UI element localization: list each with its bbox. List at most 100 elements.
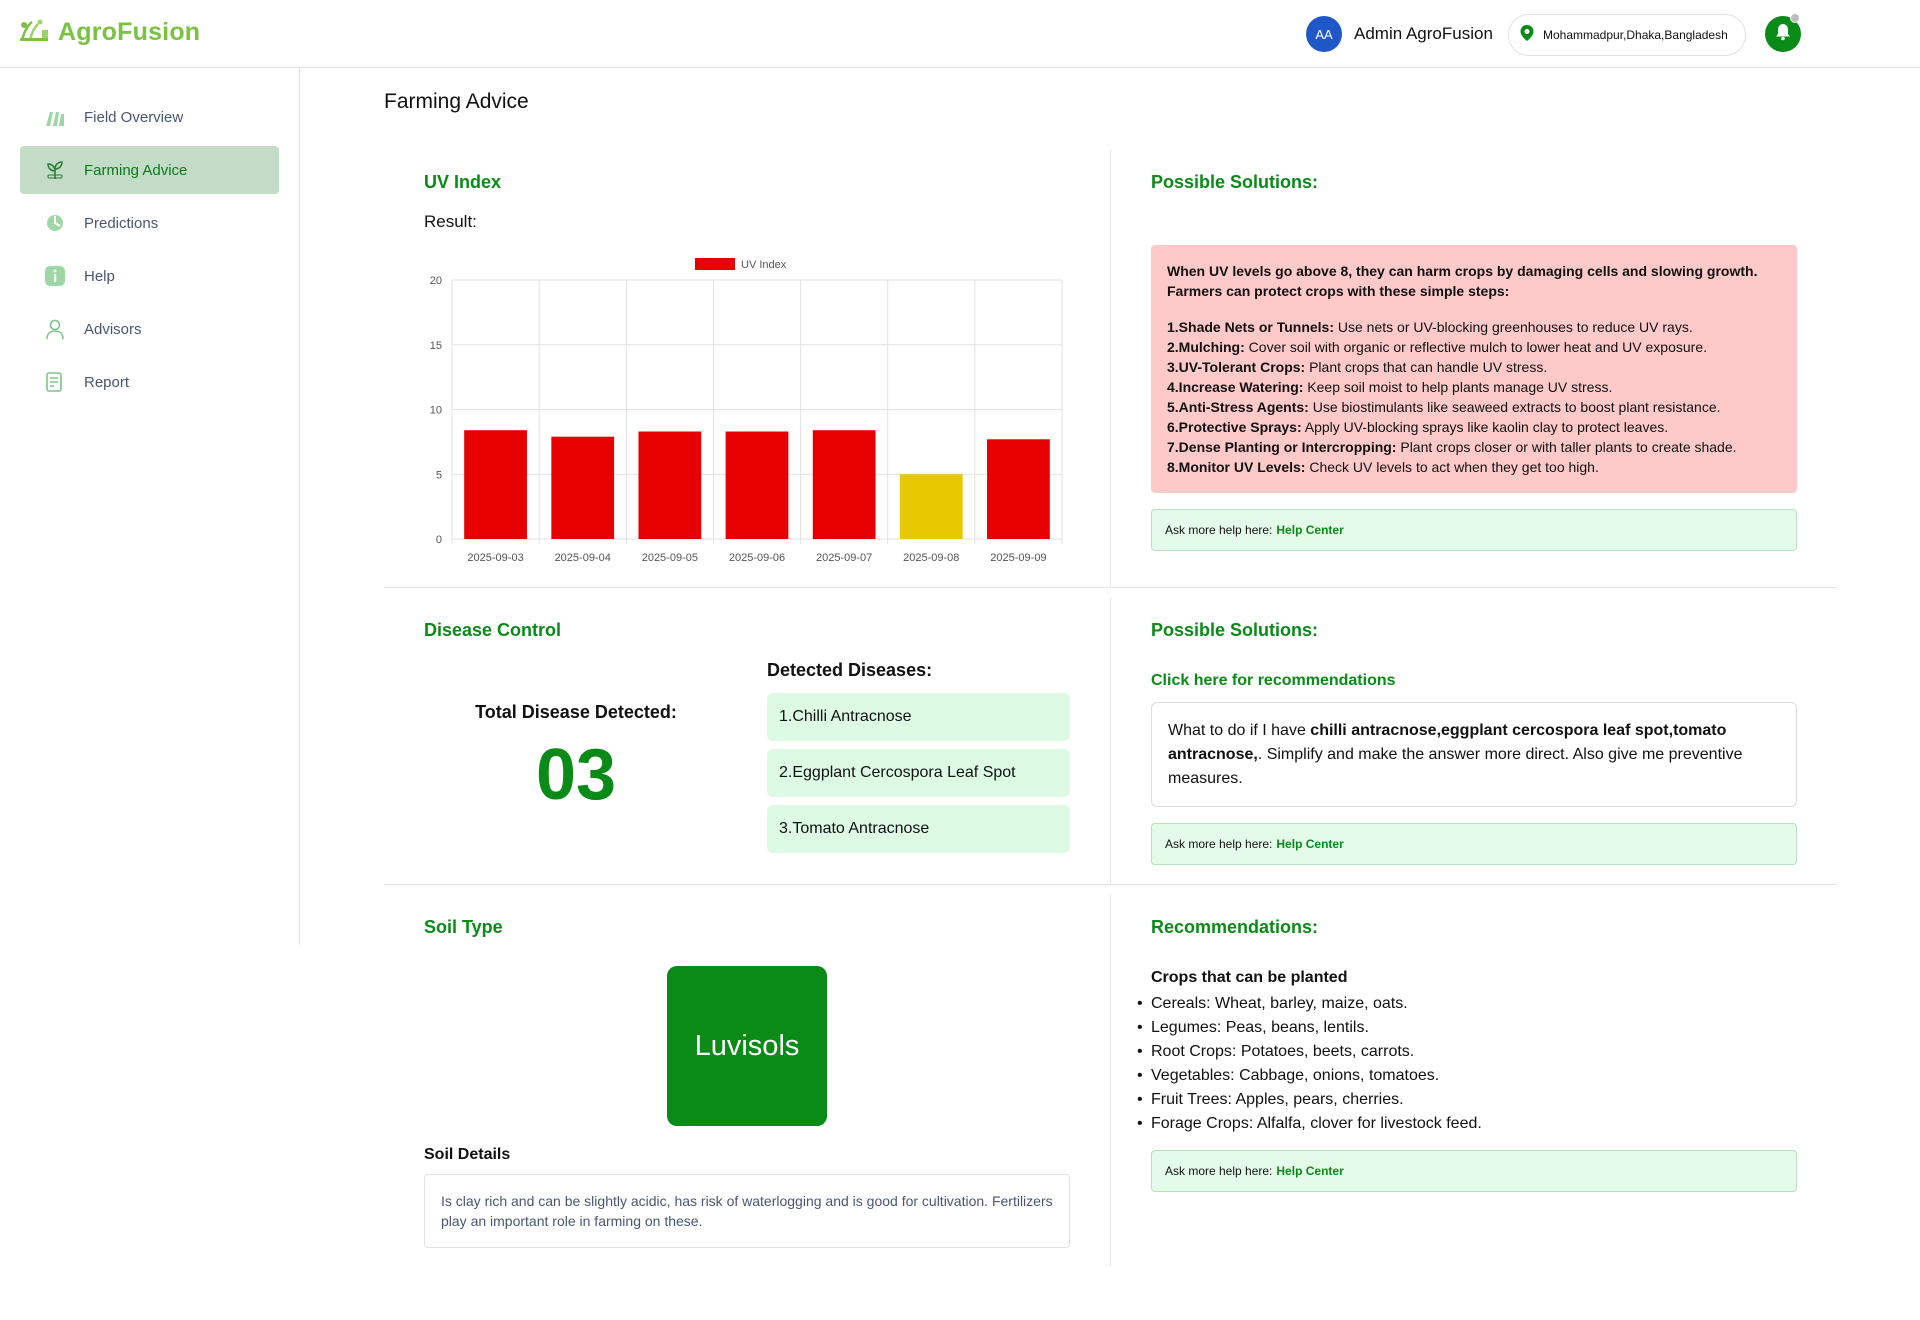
uv-solution-item: 4.Increase Watering: Keep soil moist to … xyxy=(1167,379,1613,395)
uv-bar[interactable] xyxy=(638,431,702,539)
logo-text: AgroFusion xyxy=(58,18,201,46)
list-item: Root Crops: Potatoes, beets, carrots. xyxy=(1137,1040,1482,1064)
legend-swatch[interactable] xyxy=(695,258,735,270)
legend-label: UV Index xyxy=(741,259,787,271)
uv-bar[interactable] xyxy=(464,430,527,539)
page-title: Farming Advice xyxy=(384,90,529,113)
notification-dot xyxy=(1790,13,1800,23)
uv-solution-item: 3.UV-Tolerant Crops: Plant crops that ca… xyxy=(1167,359,1548,375)
uv-chart: UV Index 0 5 10 15 20 2025-09-03 2025-09-04 2025… xyxy=(410,250,1070,570)
help-prefix: Ask more help here: xyxy=(1165,1164,1273,1178)
help-center-link[interactable]: Help Center xyxy=(1276,837,1343,851)
uv-solution-item: 2.Mulching: Cover soil with organic or r… xyxy=(1167,339,1707,355)
help-prefix: Ask more help here: xyxy=(1165,837,1273,851)
predictions-icon xyxy=(44,212,66,234)
sidebar-item-field-overview[interactable]: Field Overview xyxy=(20,93,279,141)
user-menu[interactable]: AA Admin AgroFusion xyxy=(1306,16,1493,52)
y-tick-label: 10 xyxy=(430,405,442,417)
logo-icon xyxy=(18,16,52,49)
query-prefix: What to do if I have xyxy=(1168,722,1311,739)
bell-icon xyxy=(1775,23,1791,46)
disease-item: 1.Chilli Antracnose xyxy=(767,693,1070,741)
x-tick-label: 2025-09-09 xyxy=(990,552,1046,564)
soil-details-text: Is clay rich and can be slightly acidic,… xyxy=(424,1174,1070,1248)
location-pill[interactable]: Mohammadpur,Dhaka,Bangladesh xyxy=(1508,14,1746,56)
help-prefix: Ask more help here: xyxy=(1165,523,1273,537)
uv-bar[interactable] xyxy=(551,436,615,539)
divider xyxy=(1110,150,1111,587)
x-tick-label: 2025-09-06 xyxy=(729,552,785,564)
uv-solution-item: 6.Protective Sprays: Apply UV-blocking s… xyxy=(1167,419,1669,435)
divider xyxy=(384,587,1837,588)
sidebar-item-predictions[interactable]: Predictions xyxy=(20,199,279,247)
uv-bar[interactable] xyxy=(812,430,876,539)
app-logo[interactable]: AgroFusion xyxy=(18,16,200,49)
crops-title: Crops that can be planted xyxy=(1151,969,1348,986)
total-disease-count: 03 xyxy=(535,735,617,815)
divider xyxy=(384,884,1837,885)
soil-recommendations-title: Recommendations: xyxy=(1151,917,1319,937)
disease-solutions-title: Possible Solutions: xyxy=(1151,620,1319,640)
help-center-link[interactable]: Help Center xyxy=(1276,523,1343,537)
y-tick-label: 15 xyxy=(430,340,442,352)
avatar[interactable]: AA xyxy=(1306,16,1342,52)
help-center-link[interactable]: Help Center xyxy=(1276,1164,1343,1178)
x-tick-label: 2025-09-03 xyxy=(467,552,523,564)
sidebar-item-label: Help xyxy=(84,267,115,285)
x-tick-label: 2025-09-04 xyxy=(555,552,611,564)
field-icon xyxy=(44,106,66,128)
sidebar-item-advisors[interactable]: Advisors xyxy=(20,305,279,353)
help-bar-soil: Ask more help here: Help Center xyxy=(1151,1150,1797,1192)
sidebar-item-report[interactable]: Report xyxy=(20,358,279,406)
uv-bar[interactable] xyxy=(725,431,789,539)
detected-diseases-title: Detected Diseases: xyxy=(767,660,933,680)
list-item: Vegetables: Cabbage, onions, tomatoes. xyxy=(1137,1064,1482,1088)
report-icon xyxy=(44,371,66,393)
location-text: Mohammadpur,Dhaka,Bangladesh xyxy=(1543,28,1728,42)
help-bar-uv: Ask more help here: Help Center xyxy=(1151,509,1797,551)
advisor-icon xyxy=(44,318,66,340)
uv-solutions-box: When UV levels go above 8, they can harm… xyxy=(1151,245,1797,493)
uv-index-title: UV Index xyxy=(424,172,502,192)
uv-bar[interactable] xyxy=(899,474,963,539)
uv-bar[interactable] xyxy=(987,439,1050,539)
disease-item: 3.Tomato Antracnose xyxy=(767,805,1070,853)
list-item: Fruit Trees: Apples, pears, cherries. xyxy=(1137,1088,1482,1112)
recommendation-query-box[interactable]: What to do if I have chilli antracnose,e… xyxy=(1151,702,1797,807)
uv-solution-item: 7.Dense Planting or Intercropping: Plant… xyxy=(1167,439,1737,455)
uv-bar-chart: UV Index 0 5 10 15 20 2025-09-03 2025-09-04 2025… xyxy=(430,258,1063,564)
soil-type-title: Soil Type xyxy=(424,917,503,937)
total-disease-label: Total Disease Detected: xyxy=(475,702,677,722)
y-tick-label: 5 xyxy=(436,469,442,481)
help-bar-disease: Ask more help here: Help Center xyxy=(1151,823,1797,865)
sidebar-item-label: Report xyxy=(84,373,130,391)
info-icon xyxy=(44,265,66,287)
sidebar: Field Overview Farming Advice Prediction… xyxy=(0,68,300,945)
divider xyxy=(1110,598,1111,884)
recommendations-link[interactable]: Click here for recommendations xyxy=(1151,672,1396,690)
list-item: Legumes: Peas, beans, lentils. xyxy=(1137,1016,1482,1040)
crops-list: Cereals: Wheat, barley, maize, oats. Leg… xyxy=(1137,992,1482,1136)
uv-solution-item: 1.Shade Nets or Tunnels: Use nets or UV-… xyxy=(1167,319,1693,335)
divider xyxy=(1110,895,1111,1267)
y-tick-label: 0 xyxy=(436,534,442,546)
user-name: Admin AgroFusion xyxy=(1354,24,1493,43)
uv-solution-item: 5.Anti-Stress Agents: Use biostimulants … xyxy=(1167,399,1721,415)
x-tick-label: 2025-09-08 xyxy=(903,552,959,564)
list-item: Cereals: Wheat, barley, maize, oats. xyxy=(1137,992,1482,1016)
x-tick-label: 2025-09-07 xyxy=(816,552,872,564)
plant-icon xyxy=(44,159,66,181)
top-header: AgroFusion AA Admin AgroFusion Mohammadp… xyxy=(0,0,1920,68)
disease-control-title: Disease Control xyxy=(424,620,562,640)
y-tick-label: 20 xyxy=(430,275,442,287)
disease-item: 2.Eggplant Cercospora Leaf Spot xyxy=(767,749,1070,797)
sidebar-item-label: Field Overview xyxy=(84,108,184,126)
sidebar-item-farming-advice[interactable]: Farming Advice xyxy=(20,146,279,194)
sidebar-item-help[interactable]: Help xyxy=(20,252,279,300)
uv-solutions-title: Possible Solutions: xyxy=(1151,172,1319,192)
x-tick-label: 2025-09-05 xyxy=(642,552,698,564)
sidebar-item-label: Farming Advice xyxy=(84,161,188,179)
soil-type-tile: Luvisols xyxy=(667,966,827,1126)
sidebar-item-label: Advisors xyxy=(84,320,142,338)
uv-solution-item: 8.Monitor UV Levels: Check UV levels to … xyxy=(1167,459,1599,475)
